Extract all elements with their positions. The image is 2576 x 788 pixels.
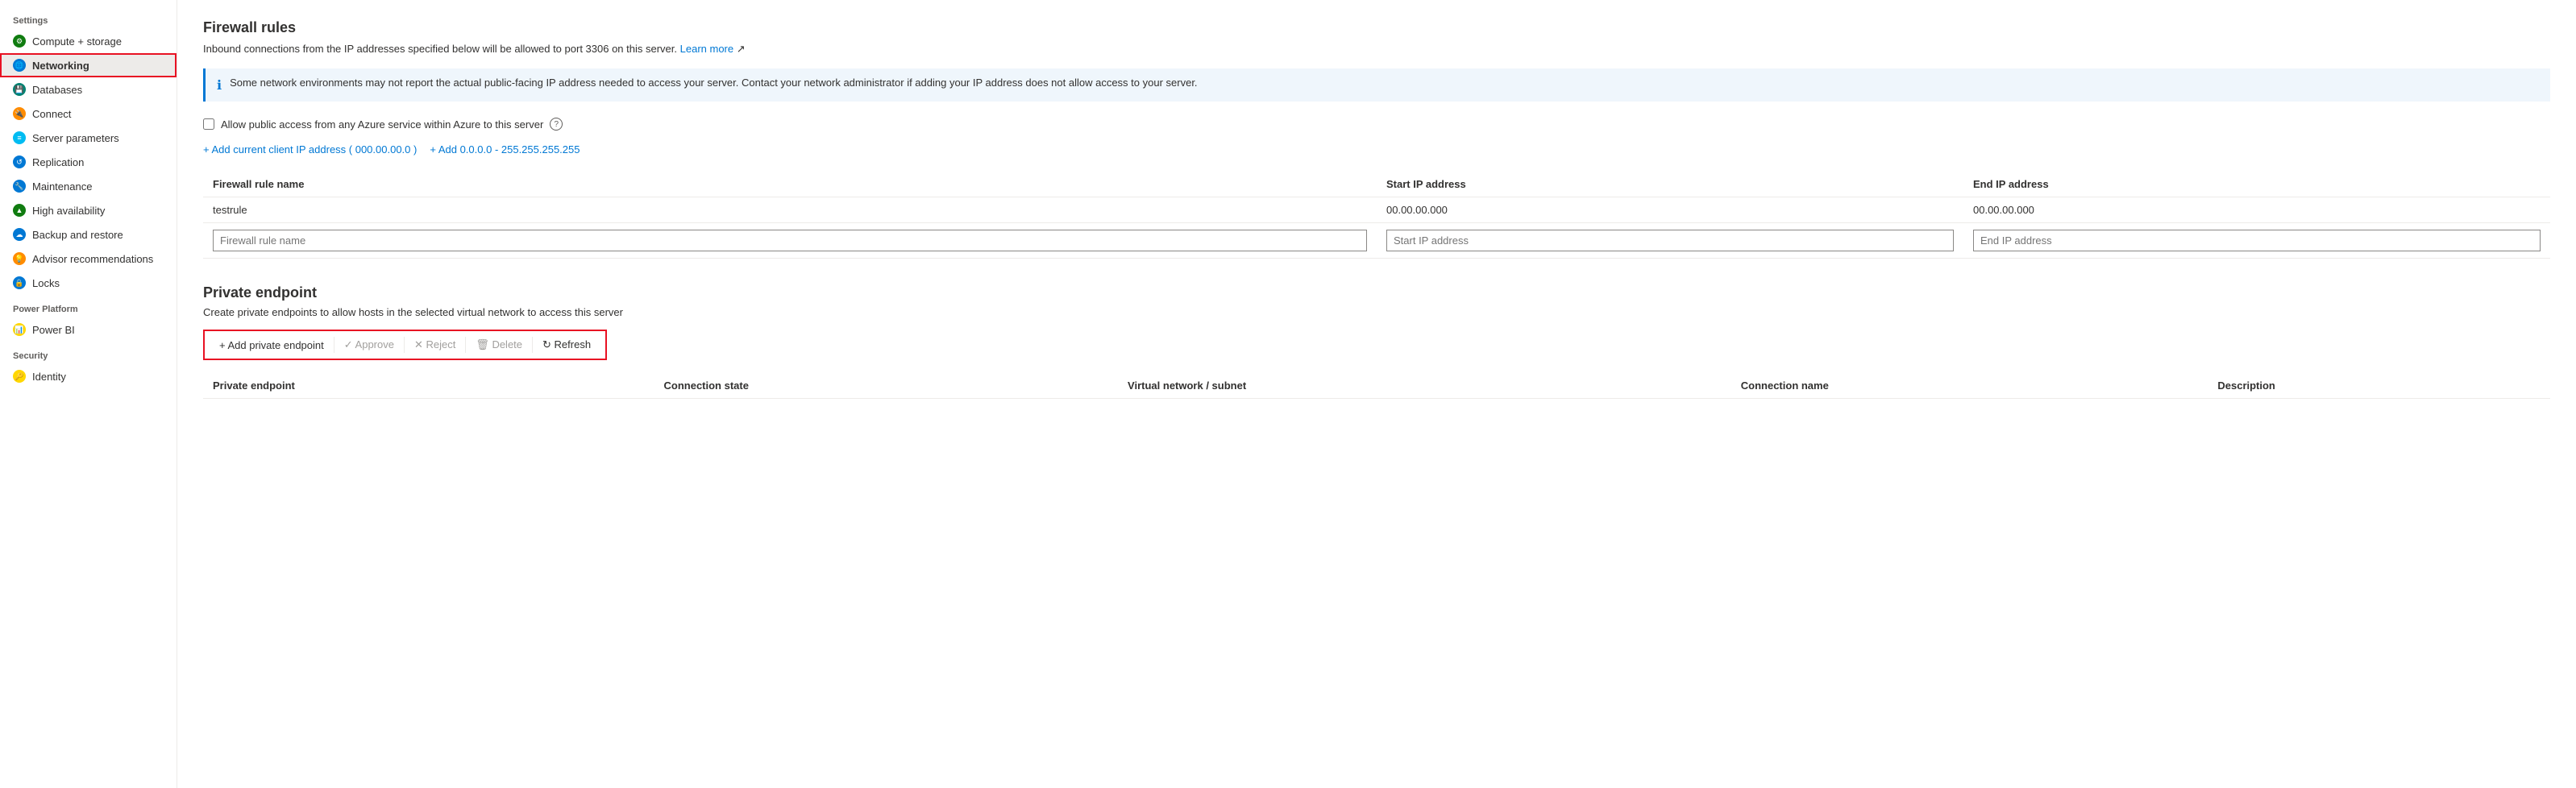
- sidebar-item-high-availability[interactable]: ▲ High availability: [0, 198, 177, 222]
- databases-icon: 💾: [13, 83, 26, 96]
- firewall-title: Firewall rules: [203, 19, 2550, 36]
- maintenance-icon: 🔧: [13, 180, 26, 193]
- approve-button[interactable]: ✓ Approve: [336, 334, 402, 355]
- pe-col-connection: Connection name: [1731, 373, 2208, 399]
- sidebar-item-label: Identity: [32, 371, 66, 383]
- private-endpoint-desc: Create private endpoints to allow hosts …: [203, 306, 2550, 318]
- pe-col-endpoint: Private endpoint: [203, 373, 654, 399]
- settings-section-label: Settings: [0, 6, 177, 29]
- new-end-ip-input[interactable]: [1973, 230, 2541, 251]
- connect-icon: 🔌: [13, 107, 26, 120]
- sidebar-item-label: Compute + storage: [32, 35, 122, 48]
- new-start-ip-input[interactable]: [1386, 230, 1954, 251]
- sidebar-item-compute-storage[interactable]: ⚙ Compute + storage: [0, 29, 177, 53]
- locks-icon: 🔒: [13, 276, 26, 289]
- info-box: ℹ Some network environments may not repo…: [203, 68, 2550, 102]
- sidebar-item-label: Replication: [32, 156, 84, 168]
- sidebar-item-label: Advisor recommendations: [32, 253, 153, 265]
- sidebar-item-locks[interactable]: 🔒 Locks: [0, 271, 177, 295]
- compute-storage-icon: ⚙: [13, 35, 26, 48]
- toolbar-divider-3: [465, 337, 466, 353]
- sidebar-item-server-parameters[interactable]: ≡ Server parameters: [0, 126, 177, 150]
- power-platform-section-label: Power Platform: [0, 295, 177, 317]
- new-rule-row: [203, 223, 2550, 259]
- sidebar-item-label: Locks: [32, 277, 60, 289]
- sidebar-item-connect[interactable]: 🔌 Connect: [0, 102, 177, 126]
- sidebar-item-replication[interactable]: ↺ Replication: [0, 150, 177, 174]
- sidebar-item-advisor[interactable]: 💡 Advisor recommendations: [0, 247, 177, 271]
- add-range-link[interactable]: + Add 0.0.0.0 - 255.255.255.255: [430, 143, 580, 156]
- sidebar-item-label: Connect: [32, 108, 71, 120]
- sidebar-item-label: High availability: [32, 205, 105, 217]
- sidebar: Settings ⚙ Compute + storage 🌐 Networkin…: [0, 0, 177, 788]
- sidebar-item-identity[interactable]: 🔑 Identity: [0, 364, 177, 388]
- identity-icon: 🔑: [13, 370, 26, 383]
- replication-icon: ↺: [13, 156, 26, 168]
- sidebar-item-backup-restore[interactable]: ☁ Backup and restore: [0, 222, 177, 247]
- power-bi-icon: 📊: [13, 323, 26, 336]
- private-endpoint-title: Private endpoint: [203, 284, 2550, 301]
- sidebar-item-maintenance[interactable]: 🔧 Maintenance: [0, 174, 177, 198]
- firewall-rules-section: Firewall rules Inbound connections from …: [203, 19, 2550, 259]
- firewall-table: Firewall rule name Start IP address End …: [203, 172, 2550, 259]
- backup-icon: ☁: [13, 228, 26, 241]
- sidebar-item-label: Databases: [32, 84, 82, 96]
- networking-icon: 🌐: [13, 59, 26, 72]
- pe-col-description: Description: [2208, 373, 2550, 399]
- sidebar-item-label: Power BI: [32, 324, 75, 336]
- private-endpoint-section: Private endpoint Create private endpoint…: [203, 284, 2550, 399]
- sidebar-item-label: Backup and restore: [32, 229, 123, 241]
- sidebar-item-label: Maintenance: [32, 180, 92, 193]
- private-endpoint-toolbar: + Add private endpoint ✓ Approve ✕ Rejec…: [203, 330, 607, 360]
- reject-button[interactable]: ✕ Reject: [406, 334, 463, 355]
- allow-public-access-checkbox[interactable]: [203, 118, 214, 130]
- learn-more-link[interactable]: Learn more: [680, 43, 733, 55]
- security-section-label: Security: [0, 342, 177, 364]
- add-links-row: + Add current client IP address ( 000.00…: [203, 143, 2550, 156]
- col-header-name: Firewall rule name: [203, 172, 1377, 197]
- refresh-button[interactable]: ↻ Refresh: [534, 334, 599, 355]
- start-ip-cell: 00.00.00.000: [1377, 197, 1963, 223]
- end-ip-cell: 00.00.00.000: [1963, 197, 2550, 223]
- pe-col-state: Connection state: [654, 373, 1119, 399]
- new-rule-name-input[interactable]: [213, 230, 1367, 251]
- table-row: testrule 00.00.00.000 00.00.00.000: [203, 197, 2550, 223]
- info-text: Some network environments may not report…: [230, 77, 1197, 89]
- add-client-ip-link[interactable]: + Add current client IP address ( 000.00…: [203, 143, 417, 156]
- allow-public-access-label: Allow public access from any Azure servi…: [221, 118, 543, 131]
- sidebar-item-databases[interactable]: 💾 Databases: [0, 77, 177, 102]
- private-endpoint-table: Private endpoint Connection state Virtua…: [203, 373, 2550, 399]
- help-icon[interactable]: ?: [550, 118, 563, 131]
- toolbar-divider-4: [532, 337, 533, 353]
- pe-col-vnet: Virtual network / subnet: [1118, 373, 1731, 399]
- ha-icon: ▲: [13, 204, 26, 217]
- firewall-desc: Inbound connections from the IP addresse…: [203, 43, 2550, 56]
- sidebar-item-label: Server parameters: [32, 132, 119, 144]
- main-content: Firewall rules Inbound connections from …: [177, 0, 2576, 788]
- info-icon: ℹ: [217, 77, 222, 93]
- toolbar-divider-2: [404, 337, 405, 353]
- sidebar-item-networking[interactable]: 🌐 Networking: [0, 53, 177, 77]
- sidebar-item-power-bi[interactable]: 📊 Power BI: [0, 317, 177, 342]
- allow-public-access-row: Allow public access from any Azure servi…: [203, 118, 2550, 131]
- col-header-start: Start IP address: [1377, 172, 1963, 197]
- advisor-icon: 💡: [13, 252, 26, 265]
- add-private-endpoint-button[interactable]: + Add private endpoint: [211, 335, 332, 355]
- server-params-icon: ≡: [13, 131, 26, 144]
- delete-button[interactable]: 🗑 Delete: [467, 334, 530, 355]
- col-header-end: End IP address: [1963, 172, 2550, 197]
- sidebar-item-label: Networking: [32, 60, 89, 72]
- rule-name-cell: testrule: [203, 197, 1377, 223]
